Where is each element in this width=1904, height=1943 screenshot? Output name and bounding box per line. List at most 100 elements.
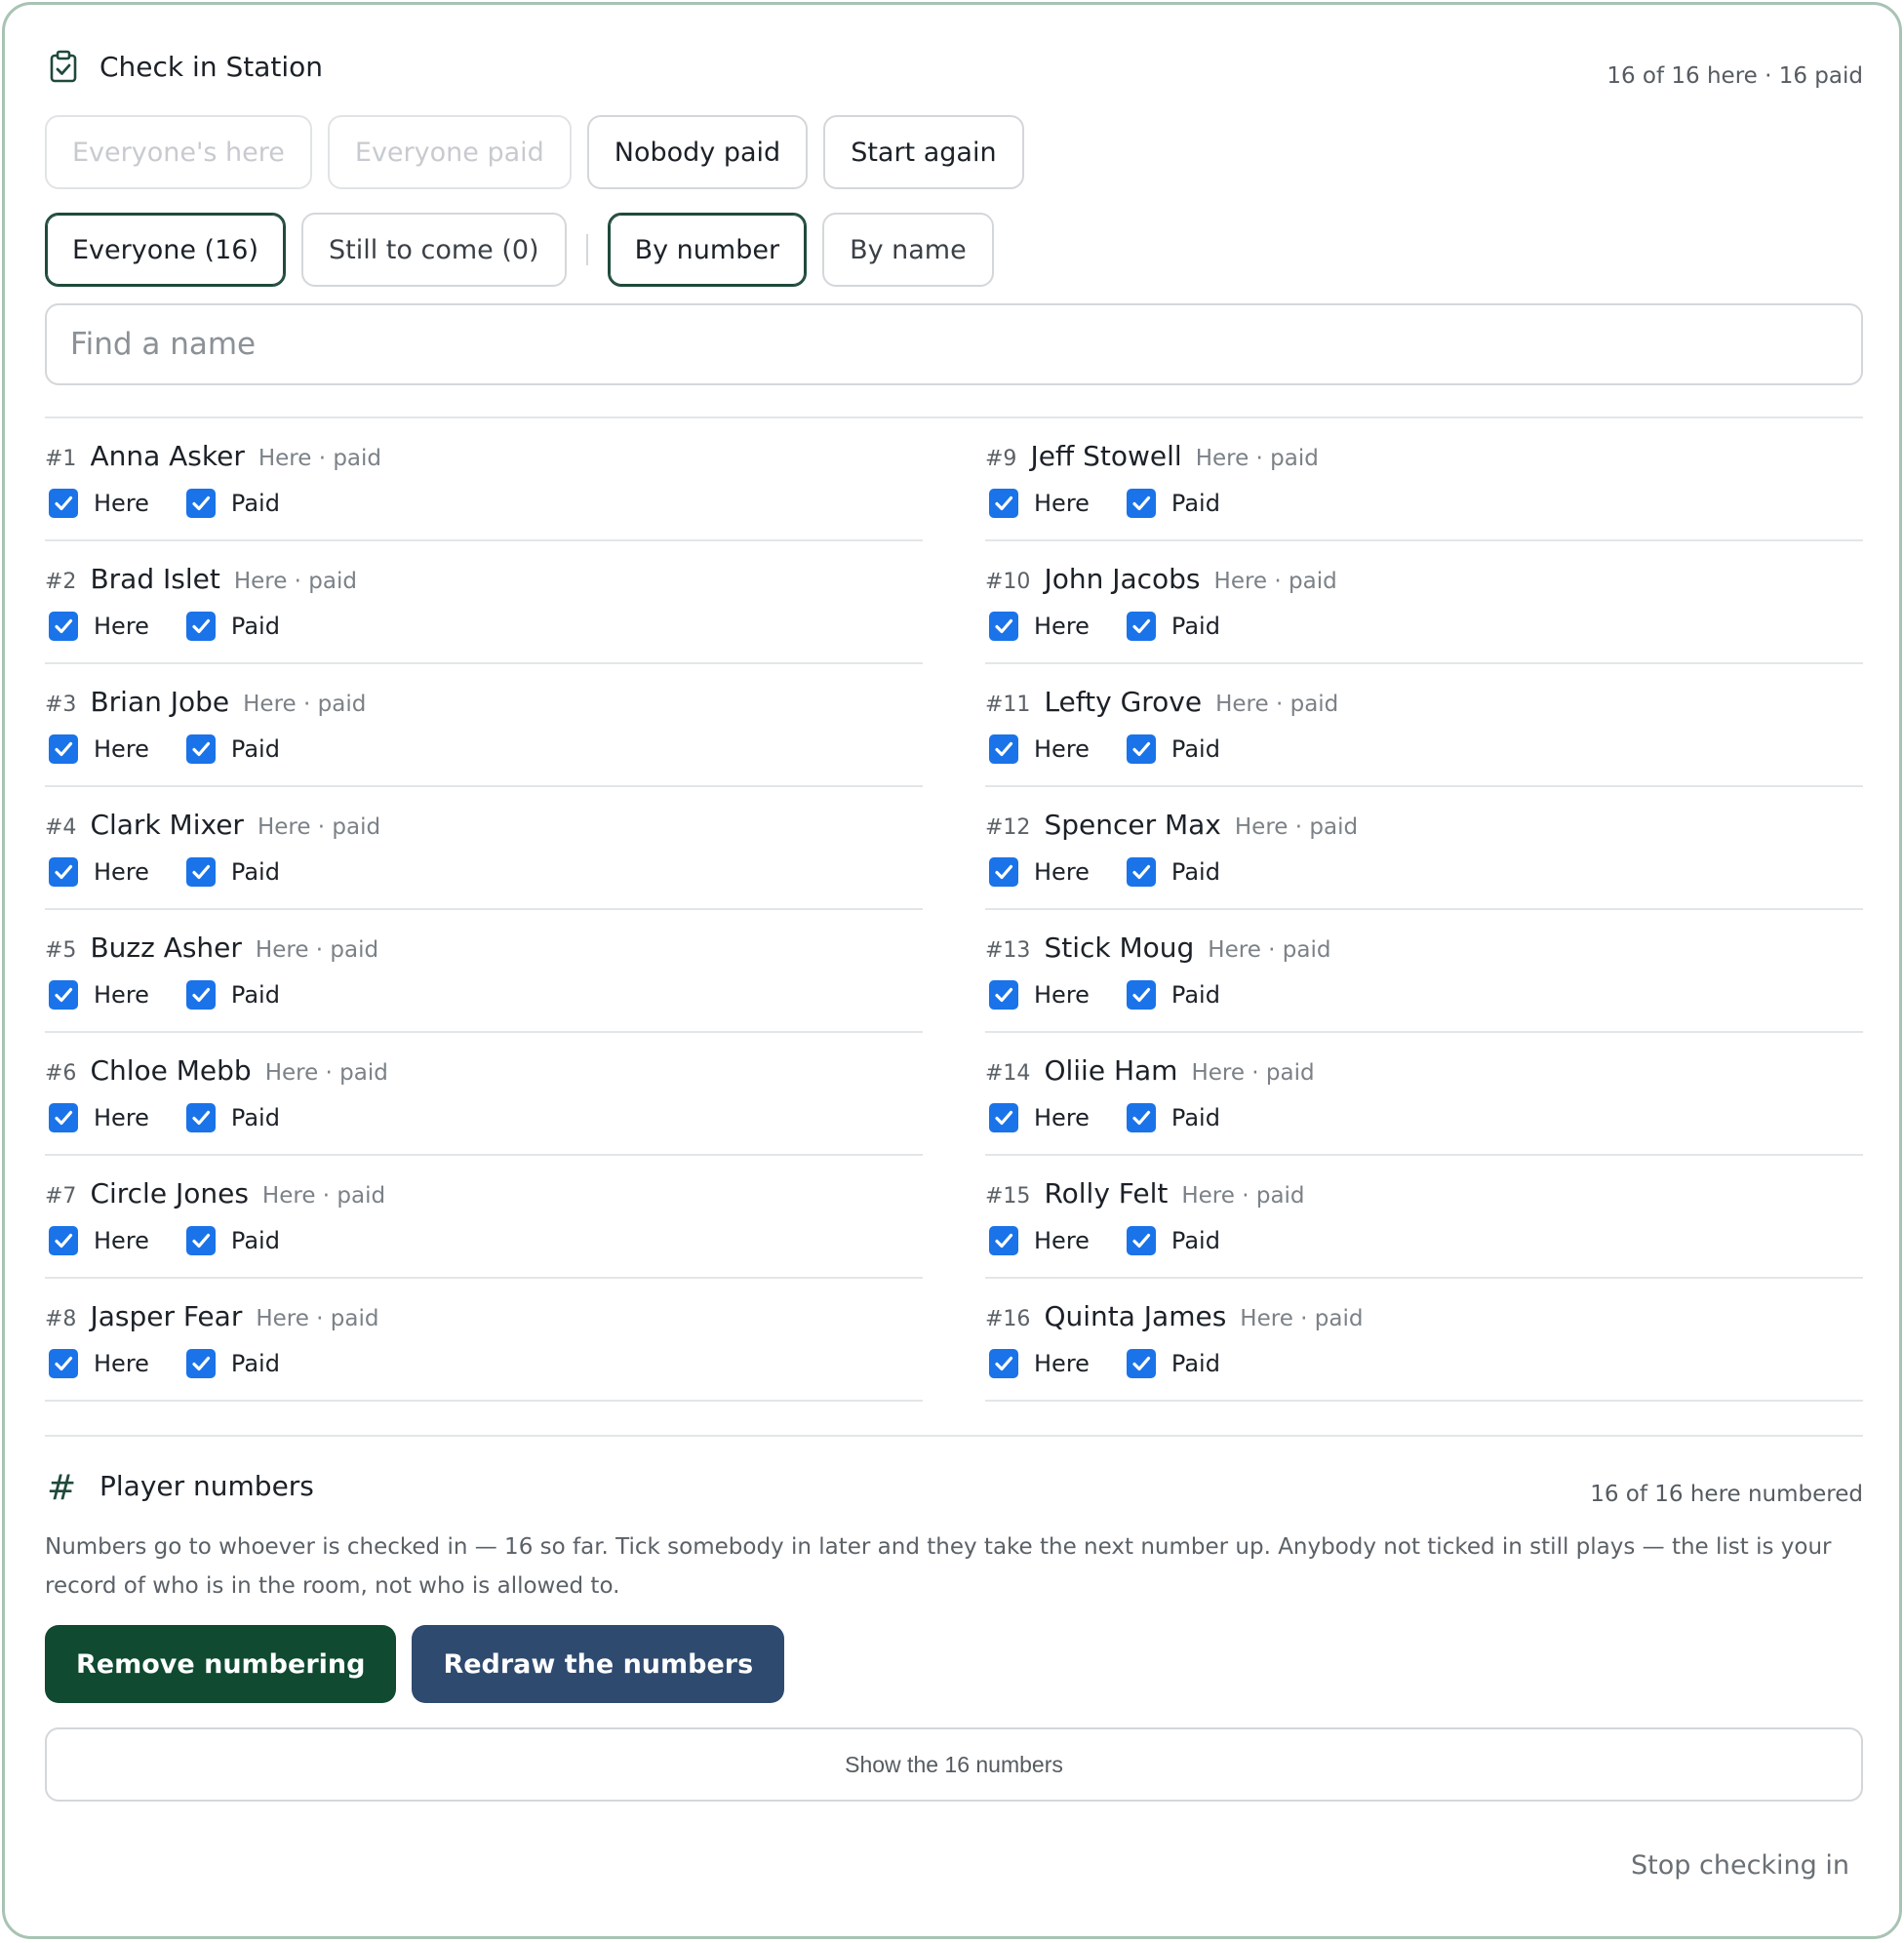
sort-by-name[interactable]: By name xyxy=(822,213,994,287)
player-status: Here · paid xyxy=(1240,1306,1364,1331)
player-heading: #4 Clark Mixer Here · paid xyxy=(45,809,380,841)
redraw-numbers-button[interactable]: Redraw the numbers xyxy=(412,1625,785,1703)
check-icon[interactable] xyxy=(49,1226,78,1255)
filter-still-to-come[interactable]: Still to come (0) xyxy=(300,213,567,287)
bulk-actions: Everyone's here Everyone paid Nobody pai… xyxy=(45,115,1024,189)
check-icon[interactable] xyxy=(49,1103,78,1132)
check-icon[interactable] xyxy=(1126,1226,1156,1255)
check-icon[interactable] xyxy=(989,489,1018,518)
remove-numbering-button[interactable]: Remove numbering xyxy=(45,1625,397,1703)
player-name: Oliie Ham xyxy=(1044,1054,1178,1087)
here-label: Here xyxy=(1034,981,1090,1009)
paid-checkbox[interactable]: Paid xyxy=(1126,980,1220,1010)
here-checkbox[interactable]: Here xyxy=(989,612,1090,641)
here-checkbox[interactable]: Here xyxy=(989,980,1090,1010)
check-icon[interactable] xyxy=(1126,857,1156,887)
player-row: #11 Lefty Grove Here · paid Here Paid xyxy=(985,664,1863,787)
player-toggles: Here Paid xyxy=(49,612,317,641)
paid-checkbox[interactable]: Paid xyxy=(185,857,280,887)
check-icon[interactable] xyxy=(49,489,78,518)
check-icon[interactable] xyxy=(49,1349,78,1378)
player-number: #4 xyxy=(45,815,77,840)
check-icon[interactable] xyxy=(49,734,78,764)
paid-checkbox[interactable]: Paid xyxy=(185,612,280,641)
here-checkbox[interactable]: Here xyxy=(989,734,1090,764)
check-icon[interactable] xyxy=(1126,1103,1156,1132)
check-icon[interactable] xyxy=(185,1103,216,1132)
here-checkbox[interactable]: Here xyxy=(49,1103,149,1132)
here-checkbox[interactable]: Here xyxy=(989,1226,1090,1255)
everyone-paid-button[interactable]: Everyone paid xyxy=(327,115,572,189)
here-checkbox[interactable]: Here xyxy=(49,734,149,764)
check-icon[interactable] xyxy=(49,612,78,641)
check-icon[interactable] xyxy=(1126,980,1156,1010)
here-label: Here xyxy=(94,613,149,640)
here-checkbox[interactable]: Here xyxy=(989,1103,1090,1132)
page-title: Check in Station xyxy=(99,51,324,83)
paid-checkbox[interactable]: Paid xyxy=(1126,734,1220,764)
check-icon[interactable] xyxy=(1126,1349,1156,1378)
player-status: Here · paid xyxy=(1195,446,1319,471)
check-icon[interactable] xyxy=(989,980,1018,1010)
here-checkbox[interactable]: Here xyxy=(989,489,1090,518)
player-heading: #6 Chloe Mebb Here · paid xyxy=(45,1054,388,1087)
here-checkbox[interactable]: Here xyxy=(49,612,149,641)
paid-checkbox[interactable]: Paid xyxy=(185,980,280,1010)
here-checkbox[interactable]: Here xyxy=(989,1349,1090,1378)
check-icon[interactable] xyxy=(1126,734,1156,764)
player-heading: #1 Anna Asker Here · paid xyxy=(45,440,381,472)
paid-label: Paid xyxy=(1170,1227,1220,1254)
check-icon[interactable] xyxy=(989,734,1018,764)
paid-label: Paid xyxy=(230,613,280,640)
check-icon[interactable] xyxy=(185,857,216,887)
find-name-input[interactable] xyxy=(45,303,1863,385)
paid-checkbox[interactable]: Paid xyxy=(185,489,280,518)
here-checkbox[interactable]: Here xyxy=(49,980,149,1010)
check-icon[interactable] xyxy=(989,1226,1018,1255)
paid-checkbox[interactable]: Paid xyxy=(1126,857,1220,887)
check-icon[interactable] xyxy=(185,489,216,518)
paid-checkbox[interactable]: Paid xyxy=(1126,1103,1220,1132)
paid-checkbox[interactable]: Paid xyxy=(185,1349,280,1378)
filter-everyone[interactable]: Everyone (16) xyxy=(45,213,286,287)
panel-header: Check in Station 16 of 16 here · 16 paid xyxy=(45,48,1863,91)
check-icon[interactable] xyxy=(989,612,1018,641)
show-numbers-button[interactable]: Show the 16 numbers xyxy=(45,1727,1863,1802)
here-checkbox[interactable]: Here xyxy=(49,489,149,518)
here-checkbox[interactable]: Here xyxy=(49,857,149,887)
paid-checkbox[interactable]: Paid xyxy=(1126,489,1220,518)
check-icon[interactable] xyxy=(1126,612,1156,641)
check-icon[interactable] xyxy=(185,734,216,764)
check-icon[interactable] xyxy=(185,1226,216,1255)
check-icon[interactable] xyxy=(185,980,216,1010)
here-label: Here xyxy=(94,1350,149,1377)
paid-checkbox[interactable]: Paid xyxy=(1126,1226,1220,1255)
paid-checkbox[interactable]: Paid xyxy=(185,1103,280,1132)
stop-checking-in-link[interactable]: Stop checking in xyxy=(1631,1850,1849,1881)
paid-label: Paid xyxy=(230,1350,280,1377)
here-checkbox[interactable]: Here xyxy=(49,1349,149,1378)
check-icon[interactable] xyxy=(185,612,216,641)
sort-by-number[interactable]: By number xyxy=(607,213,808,287)
paid-checkbox[interactable]: Paid xyxy=(185,1226,280,1255)
paid-checkbox[interactable]: Paid xyxy=(1126,1349,1220,1378)
check-icon[interactable] xyxy=(49,857,78,887)
check-icon[interactable] xyxy=(989,1349,1018,1378)
here-checkbox[interactable]: Here xyxy=(49,1226,149,1255)
paid-checkbox[interactable]: Paid xyxy=(185,734,280,764)
here-checkbox[interactable]: Here xyxy=(989,857,1090,887)
paid-label: Paid xyxy=(1170,735,1220,763)
check-icon[interactable] xyxy=(1126,489,1156,518)
everyone-here-button[interactable]: Everyone's here xyxy=(45,115,312,189)
player-row: #15 Rolly Felt Here · paid Here Paid xyxy=(985,1156,1863,1279)
nobody-paid-button[interactable]: Nobody paid xyxy=(586,115,809,189)
check-icon[interactable] xyxy=(49,980,78,1010)
check-in-panel: Check in Station 16 of 16 here · 16 paid… xyxy=(2,2,1902,1939)
check-icon[interactable] xyxy=(989,857,1018,887)
paid-checkbox[interactable]: Paid xyxy=(1126,612,1220,641)
paid-label: Paid xyxy=(1170,1350,1220,1377)
check-icon[interactable] xyxy=(989,1103,1018,1132)
check-icon[interactable] xyxy=(185,1349,216,1378)
paid-label: Paid xyxy=(1170,858,1220,886)
start-again-button[interactable]: Start again xyxy=(823,115,1024,189)
